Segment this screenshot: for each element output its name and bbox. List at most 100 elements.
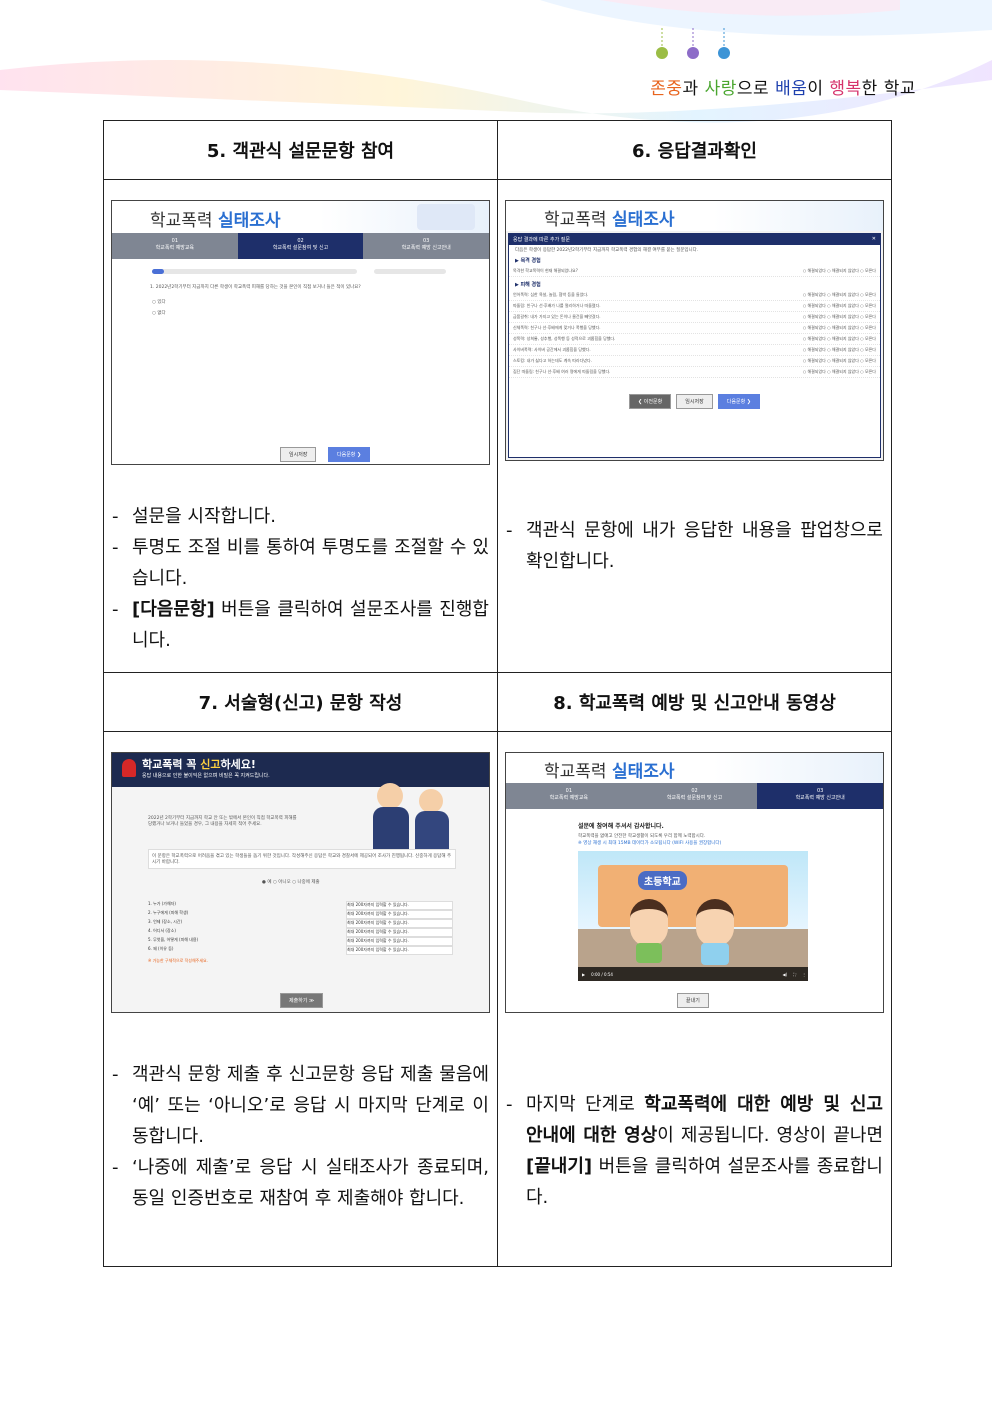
step-3: 03 학교폭력 예방 신고안내 [757,783,883,809]
report-title: 학교폭력 꼭 신고하세요! [142,758,256,771]
play-icon[interactable]: ▶ [582,972,585,977]
illustration-icon [417,204,475,230]
question-text: 1. 2022년2학기부터 지금까지 다른 학생이 학교폭력 피해를 당하는 것… [150,285,361,290]
popup-titlebar: 응답 결과에 따른 추가 질문 ✕ [509,234,880,245]
step6-cell: 학교폭력 실태조사 응답 결과에 따른 추가 질문 ✕ 다음은 학생이 응답한 2… [497,179,892,673]
report-field[interactable]: 2. 누구에게 (피해 학생) 최대 200자까지 입력할 수 있습니다. [148,910,453,919]
report-fields: 1. 누가 (가해자) 최대 200자까지 입력할 수 있습니다. 2. 누구에게… [148,901,453,964]
mini-header: 학교폭력 실태조사 [112,201,489,233]
report-notice: 이 문항은 학교폭력으로 어려움을 겪고 있는 학생들을 돕기 위한 것입니다.… [148,849,456,869]
option-no[interactable]: ○ 없다 [152,310,166,316]
boy-character [630,899,668,947]
motto-part-4: 한 학교 [861,79,916,99]
header-decoration [0,0,992,123]
step-bar: 01 학교폭력 예방교육 02 학교폭력 설문참여 및 신고 03 학교폭력 예방 신… [112,233,489,259]
screenshot-result-popup: 학교폭력 실태조사 응답 결과에 따른 추가 질문 ✕ 다음은 학생이 응답한 2… [505,200,884,461]
ornament-dots [656,28,730,59]
step7-cell: 학교폭력 꼭 신고하세요! 응답 내용으로 인한 불이익은 없으며 비밀은 꼭 … [103,731,498,1267]
popup-row[interactable]: 사이버폭력: 사이버 공간에서 괴롭힘을 당했다. ○ 해결되었다 ○ 해결되지 … [509,345,880,356]
step5-description: - 설문을 시작합니다. - 투명도 조절 비를 통하여 투명도를 조절할 수 있습… [104,501,497,656]
step8-cell: 학교폭력 실태조사 01 학교폭력 예방교육 02 학교폭력 설문참여 및 신고 0… [497,731,892,1267]
screenshot-video: 학교폭력 실태조사 01 학교폭력 예방교육 02 학교폭력 설문참여 및 신고 0… [505,752,884,1013]
step6-header: 6. 응답결과확인 [497,120,892,180]
report-field[interactable]: 5. 무엇을, 어떻게 (피해 내용) 최대 200자까지 입력할 수 있습니다. [148,937,453,946]
step7-header: 7. 서술형(신고) 문항 작성 [103,672,498,732]
step-2: 02 학교폭력 설문참여 및 신고 [631,783,758,809]
popup-row[interactable]: 성폭력: 성희롱, 성추행, 성폭행 등 성적으로 괴롭힘을 당했다. ○ 해결되… [509,334,880,345]
progress-bar [152,269,357,274]
school-building [598,865,788,927]
school-motto: 존중과 사랑으로 배움이 행복한 학교 [650,74,916,99]
report-field[interactable]: 4. 어디서 (장소) 최대 200자까지 입력할 수 있습니다. [148,928,453,937]
step-3: 03 학교폭력 예방 신고안내 [363,233,489,259]
motto-word-2: 사랑 [704,79,737,99]
next-button[interactable]: 다음문항 ❯ [328,441,371,462]
report-warning: ※ 가능한 구체적으로 작성해주세요. [148,958,208,963]
popup-section-victim: ▶ 피해 경험 [515,282,541,288]
close-icon[interactable]: ✕ [872,236,876,243]
save-button[interactable]: 임시저장 [676,394,713,409]
report-field[interactable]: 1. 누가 (가해자) 최대 200자까지 입력할 수 있습니다. [148,901,453,910]
motto-word-3: 배움 [775,79,808,99]
report-subtitle: 응답 내용으로 인한 불이익은 없으며 비밀은 꼭 지켜드립니다. [142,773,270,779]
report-field[interactable]: 3. 언제 (장소, 시간) 최대 200자까지 입력할 수 있습니다. [148,919,453,928]
motto-word-4: 행복 [829,79,862,99]
step8-description: - 마지막 단계로 학교폭력에 대한 예방 및 신고 안내에 대한 영상이 제공됩… [498,1089,891,1213]
video-controls[interactable]: ▶ 0:00 / 0:54 ◀) ⛶ ⋮ [578,967,808,981]
report-question: 2022년 2학기부터 지금까지 학교 안 또는 밖에서 본인이 직접 학교폭력… [148,816,297,827]
motto-part-3: 이 [807,79,830,99]
step-2: 02 학교폭력 설문참여 및 신고 [237,233,364,259]
screenshot-report: 학교폭력 꼭 신고하세요! 응답 내용으로 인한 불이익은 없으며 비밀은 꼭 … [111,752,490,1013]
guide-table: 5. 객관식 설문문항 참여 6. 응답결과확인 학교폭력 실태조사 01 학교폭… [103,120,892,1267]
submit-button[interactable]: 제출하기 ≫ [280,987,324,1008]
more-icon[interactable]: ⋮ [802,972,808,977]
step7-line-1: 객관식 문항 제출 후 신고문항 응답 제출 물음에 ‘예’ 또는 ‘아니오’로… [132,1064,489,1147]
save-button[interactable]: 임시저장 [280,441,317,462]
step6-line-1: 객관식 문항에 내가 응답한 내용을 팝업창으로 확인합니다. [526,520,883,572]
data-notice: ※ 영상 재생 시 최대 15MB 데이터가 소모됩니다 (WIFI 사용을 권… [578,841,722,846]
fullscreen-icon[interactable]: ⛶ [793,972,796,977]
next-button[interactable]: 다음문항 ❯ [717,394,760,409]
mini-title: 학교폭력 실태조사 [150,211,281,231]
popup-row[interactable]: 따돌림: 친구나 선·후배가 나를 멀리하거나 따돌렸다. ○ 해결되었다 ○ 해… [509,301,880,312]
step5-header: 5. 객관식 설문문항 참여 [103,120,498,180]
step-bar: 01 학교폭력 예방교육 02 학교폭력 설문참여 및 신고 03 학교폭력 예방 신… [506,783,883,809]
popup-row[interactable]: 집단 따돌림: 친구나 선·후배 여러 명에게 따돌림을 당했다. ○ 해결되었다… [509,367,880,378]
thanks-title: 설문에 참여해 주셔서 감사합니다. [578,823,664,830]
video-player[interactable]: 초등학교 ▶ 0:00 / 0:54 ◀) ⛶ ⋮ [578,851,808,981]
step5-line-3: [다음문항] 버튼을 클릭하여 설문조사를 진행합니다. [132,599,489,651]
result-popup: 응답 결과에 따른 추가 질문 ✕ 다음은 학생이 응답한 2022년2학기부터 … [508,233,881,458]
step7-description: - 객관식 문항 제출 후 신고문항 응답 제출 물음에 ‘예’ 또는 ‘아니오’… [104,1059,497,1214]
mini-title: 학교폭력 실태조사 [544,762,675,782]
popup-row[interactable]: 목격한 학교폭력이 현재 해결되었나요? ○ 해결되었다 ○ 해결되지 않았다 ○… [509,266,880,277]
step7-line-2: ‘나중에 제출’로 응답 시 실태조사가 종료되며, 동일 인증번호로 재참여 … [132,1157,489,1209]
step5-line-1: 설문을 시작합니다. [132,506,276,527]
screenshot-survey: 학교폭력 실태조사 01 학교폭력 예방교육 02 학교폭력 설문참여 및 신고 0… [111,200,490,465]
motto-word-1: 존중 [650,79,683,99]
siren-icon [122,759,136,777]
step-1: 01 학교폭력 예방교육 [506,783,632,809]
popup-row[interactable]: 금품갈취: 내가 가지고 있는 돈이나 물건을 빼앗겼다. ○ 해결되었다 ○ 해… [509,312,880,323]
mini-title: 학교폭력 실태조사 [544,210,675,230]
volume-icon[interactable]: ◀) [783,972,788,977]
thanks-subtitle: 학교폭력을 없애고 안전한 학교생활이 되도록 우리 함께 노력합시다. [578,834,706,839]
girl-character [696,899,734,947]
report-field[interactable]: 6. 왜 (이유 등) 최대 200자까지 입력할 수 있습니다. [148,946,453,955]
popup-row[interactable]: 언어폭력: 심한 욕설, 놀림, 협박 등을 들었다. ○ 해결되었다 ○ 해결되… [509,290,880,301]
motto-part-1: 과 [682,79,705,99]
opacity-slider[interactable] [374,269,446,274]
step8-header: 8. 학교폭력 예방 및 신고안내 동영상 [497,672,892,732]
popup-intro: 다음은 학생이 응답한 2022년2학기부터 지금까지 학교폭력 경험의 해결 … [515,248,699,253]
step8-line-1: 마지막 단계로 학교폭력에 대한 예방 및 신고 안내에 대한 영상이 제공됩니… [526,1094,884,1208]
popup-section-witness: ▶ 목격 경험 [515,258,541,264]
end-button[interactable]: 끝내기 [677,987,709,1008]
report-radio[interactable]: ● 예 ○ 아니오 ○ 나중에 제출 [262,879,320,885]
step5-cell: 학교폭력 실태조사 01 학교폭력 예방교육 02 학교폭력 설문참여 및 신고 0… [103,179,498,673]
popup-row[interactable]: 스토킹: 내가 싫다고 하는데도 계속 따라다녔다. ○ 해결되었다 ○ 해결되지… [509,356,880,367]
step-1: 01 학교폭력 예방교육 [112,233,238,259]
step5-line-2: 투명도 조절 비를 통하여 투명도를 조절할 수 있습니다. [132,537,489,589]
option-yes[interactable]: ○ 있다 [152,299,166,305]
prev-button[interactable]: ❮ 이전문항 [629,394,672,409]
popup-row[interactable]: 신체폭력: 친구나 선·후배에게 맞거나 폭행을 당했다. ○ 해결되었다 ○ 해… [509,323,880,334]
school-sign: 초등학교 [638,871,687,890]
